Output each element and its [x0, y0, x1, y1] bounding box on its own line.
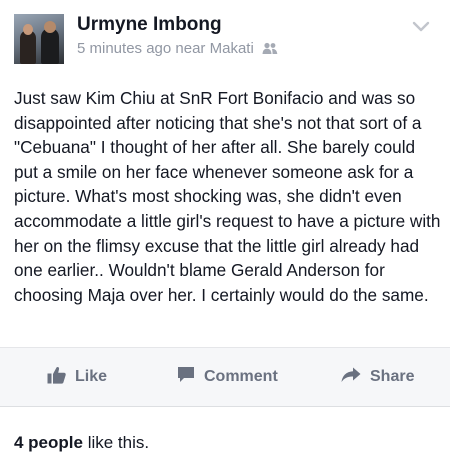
like-button[interactable]: Like: [47, 366, 107, 388]
comment-button[interactable]: Comment: [177, 366, 278, 388]
comment-label: Comment: [204, 368, 278, 385]
comment-icon: [177, 366, 204, 388]
post-location[interactable]: Makati: [210, 40, 254, 57]
post-time[interactable]: 5 minutes ago: [77, 40, 171, 57]
location-prefix: near: [175, 40, 206, 57]
likes-summary[interactable]: 4 people like this.: [14, 433, 149, 453]
thumbs-up-icon: [47, 366, 75, 389]
share-label: Share: [370, 368, 415, 385]
friends-icon: [262, 42, 278, 59]
likes-count[interactable]: 4 people: [14, 433, 83, 452]
chevron-down-icon[interactable]: [412, 20, 430, 32]
avatar[interactable]: [14, 14, 64, 64]
post-header: Urmyne Imbong 5 minutes ago near Makati: [0, 0, 450, 78]
like-label: Like: [75, 368, 108, 385]
share-arrow-icon: [341, 367, 370, 388]
action-bar: Like Comment Share: [0, 347, 450, 407]
share-button[interactable]: Share: [341, 366, 414, 388]
likes-suffix: like this.: [82, 433, 150, 452]
author-name[interactable]: Urmyne Imbong: [77, 14, 222, 36]
post-meta: 5 minutes ago near Makati: [77, 40, 278, 59]
post-text: Just saw Kim Chiu at SnR Fort Bonifacio …: [14, 88, 441, 305]
